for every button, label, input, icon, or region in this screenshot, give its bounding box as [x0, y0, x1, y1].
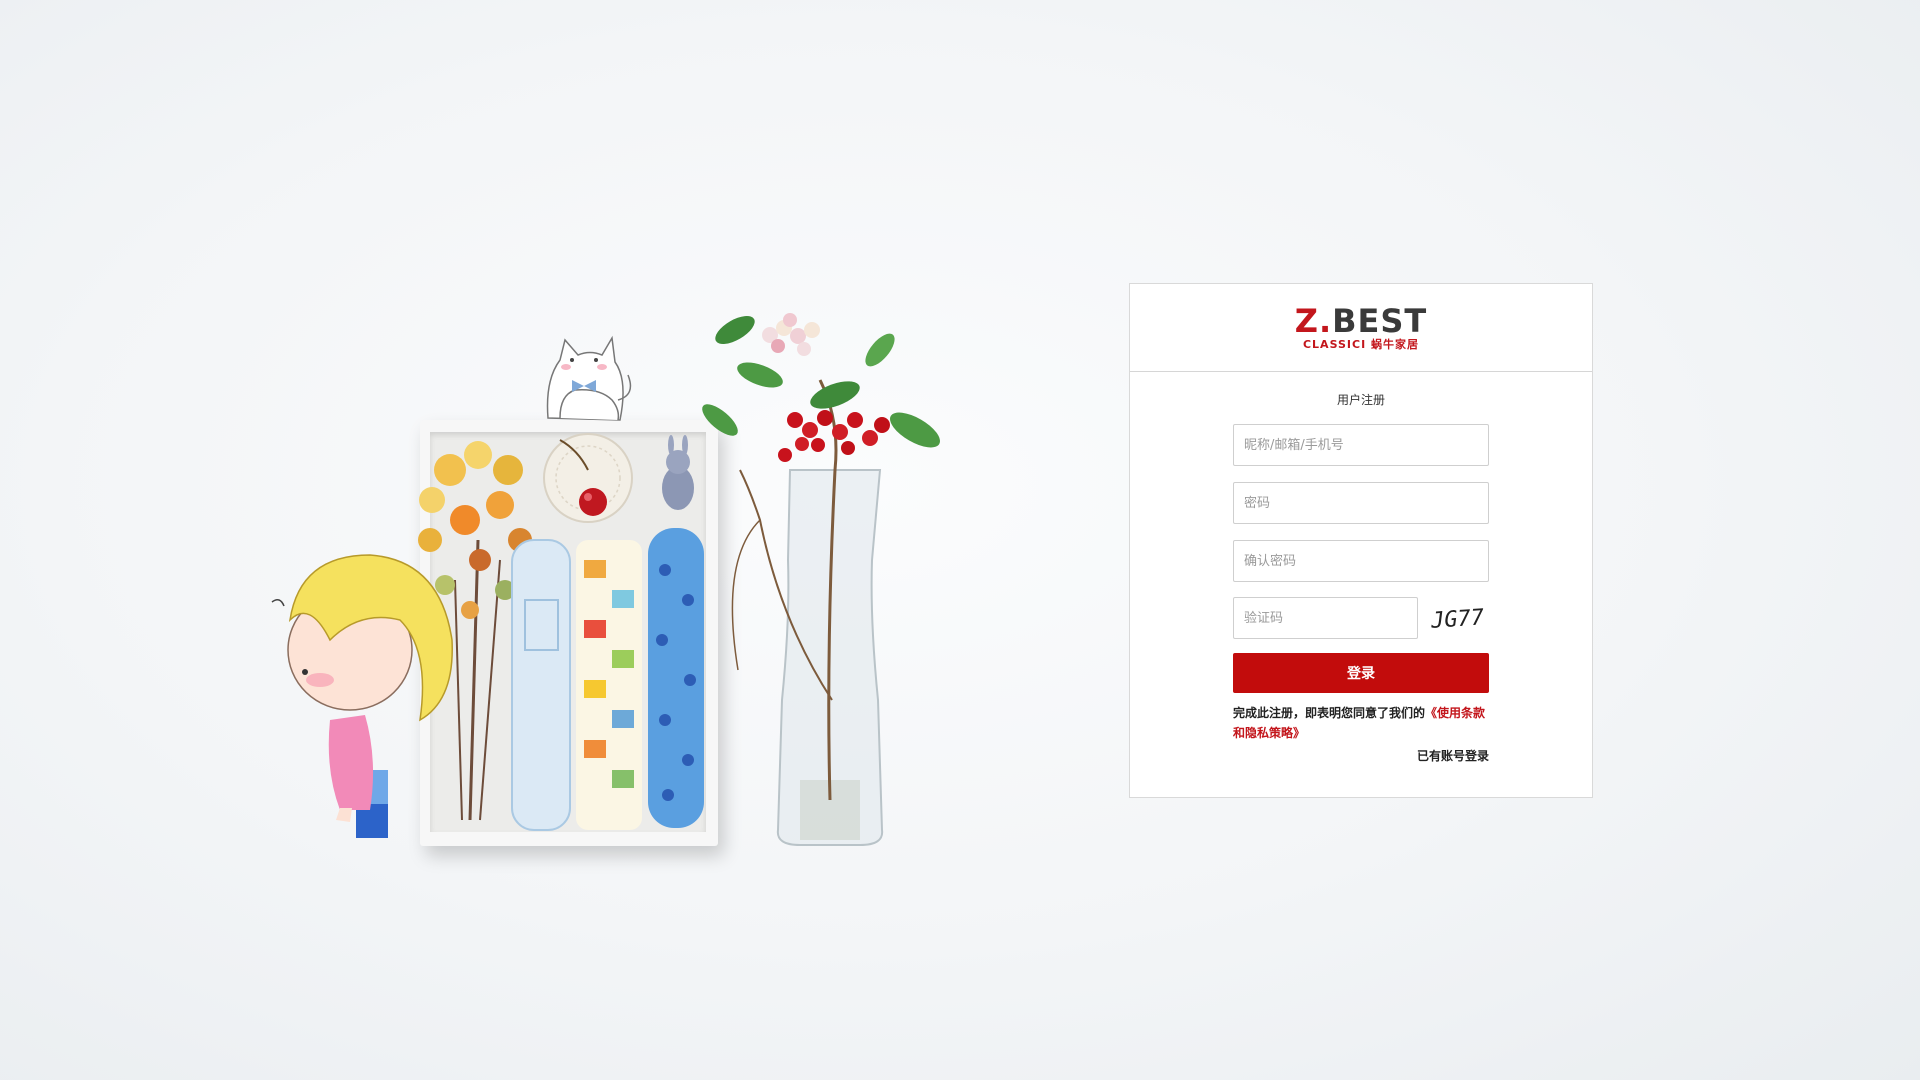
captcha-image[interactable]: JG77 — [1429, 600, 1489, 636]
terms-prefix: 完成此注册，即表明您同意了我们的 — [1233, 706, 1426, 720]
cherry-icon — [543, 433, 633, 523]
terms-text: 完成此注册，即表明您同意了我们的《使用条款和隐私策略》 — [1233, 703, 1489, 743]
vase-icon — [731, 379, 884, 846]
background-illustration — [0, 0, 1920, 1080]
nickname-input[interactable] — [1233, 424, 1489, 466]
logo-subtitle: CLASSICI 蜗牛家居 — [1302, 338, 1420, 351]
form-title: 用户注册 — [1336, 393, 1385, 407]
captcha-text: JG77 — [1429, 605, 1485, 634]
illustration-art — [271, 313, 940, 846]
girl-icon — [271, 554, 453, 838]
brand-logo[interactable]: Z.BEST CLASSICI 蜗牛家居 — [1295, 305, 1427, 350]
logo-wordmark: Z.BEST — [1295, 305, 1427, 337]
rabbit-figurine-icon — [662, 435, 694, 510]
fabric-rolls-icon — [511, 528, 704, 831]
captcha-input[interactable] — [1233, 597, 1418, 639]
submit-button[interactable]: 登录 — [1233, 653, 1489, 693]
cat-icon — [546, 335, 632, 421]
password-input[interactable] — [1233, 482, 1489, 524]
captcha-row: JG77 — [1233, 597, 1592, 639]
card-header: Z.BEST CLASSICI 蜗牛家居 — [1130, 284, 1592, 372]
login-link[interactable]: 已有账号登录 — [1233, 747, 1489, 764]
register-card: Z.BEST CLASSICI 蜗牛家居 用户注册 JG77 登录 完成此注册，… — [1129, 283, 1593, 798]
logo-z: Z. — [1294, 302, 1333, 340]
confirm-password-input[interactable] — [1233, 540, 1489, 582]
logo-best: BEST — [1332, 302, 1428, 340]
